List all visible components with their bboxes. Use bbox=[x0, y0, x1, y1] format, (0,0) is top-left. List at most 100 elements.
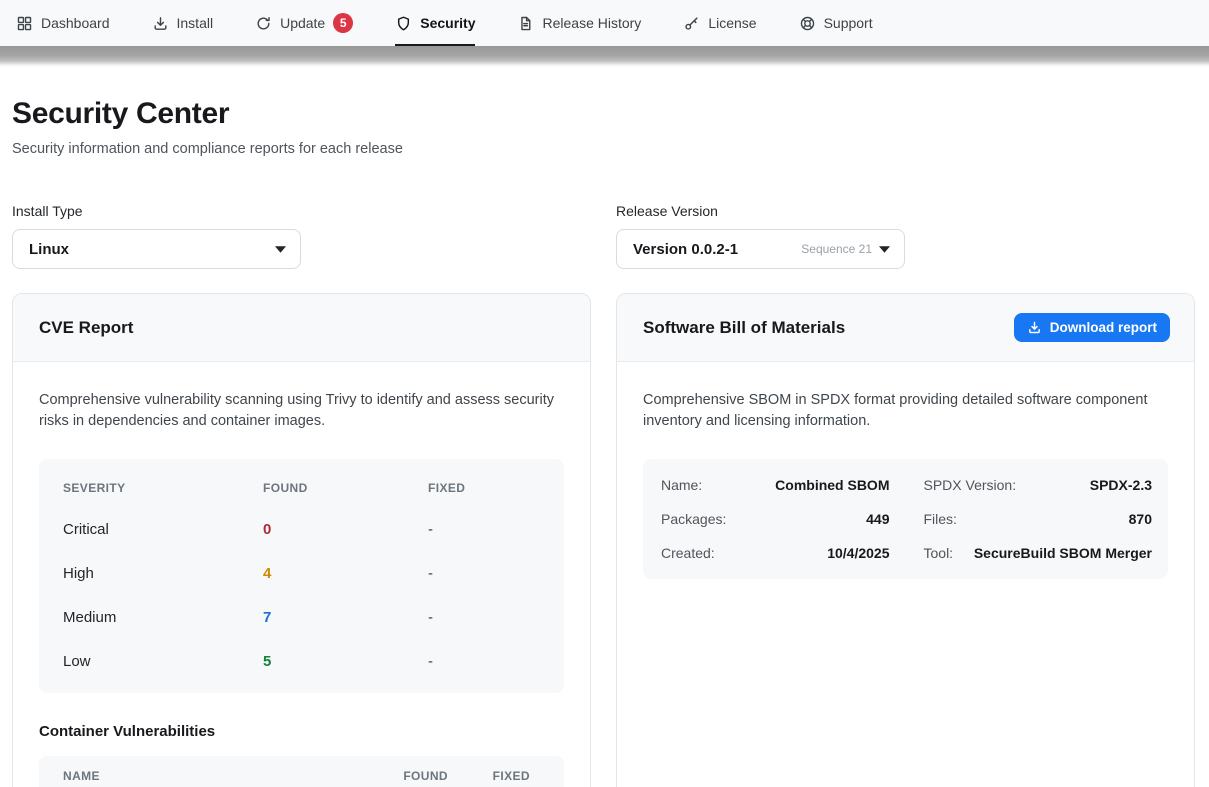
severity-name: Medium bbox=[63, 609, 263, 626]
table-row: Critical 0 - bbox=[39, 507, 564, 551]
release-version-field: Release Version Version 0.0.2-1 Sequence… bbox=[616, 203, 1195, 269]
nav-item-label: Update bbox=[280, 15, 325, 31]
severity-fixed-value: - bbox=[428, 609, 540, 626]
severity-table-header: Severity Found Fixed bbox=[39, 467, 564, 507]
license-key-icon bbox=[683, 15, 700, 32]
release-version-meta: Sequence 21 bbox=[801, 242, 890, 256]
sbom-detail-pair: Name: Combined SBOM bbox=[643, 468, 906, 502]
detail-value: SPDX-2.3 bbox=[1090, 477, 1152, 493]
fixed-column-header: Fixed bbox=[448, 769, 530, 783]
detail-label: Tool: bbox=[924, 545, 954, 561]
sbom-details-table: Name: Combined SBOM SPDX Version: SPDX-2… bbox=[643, 459, 1168, 579]
sbom-title: Software Bill of Materials bbox=[643, 318, 845, 338]
sbom-body: Comprehensive SBOM in SPDX format provid… bbox=[617, 362, 1194, 607]
nav-item-label: Support bbox=[824, 15, 873, 31]
install-icon bbox=[152, 15, 169, 32]
severity-found-count: 7 bbox=[263, 609, 428, 626]
security-shield-icon bbox=[395, 15, 412, 32]
main-content: Security Center Security information and… bbox=[0, 67, 1209, 787]
support-lifebuoy-icon bbox=[799, 15, 816, 32]
fixed-column-header: Fixed bbox=[428, 481, 540, 495]
page-title: Security Center bbox=[12, 97, 1195, 131]
table-row: Low 5 - bbox=[39, 639, 564, 683]
update-icon bbox=[255, 15, 272, 32]
sequence-label: Sequence 21 bbox=[801, 242, 872, 256]
release-version-label: Release Version bbox=[616, 203, 1195, 219]
top-nav: Dashboard Install Update 5 Security Rele… bbox=[0, 0, 1209, 46]
nav-item-label: Install bbox=[177, 15, 214, 31]
table-row: Name: Combined SBOM SPDX Version: SPDX-2… bbox=[643, 468, 1168, 502]
nav-shadow bbox=[0, 46, 1209, 67]
dashboard-icon bbox=[16, 15, 33, 32]
release-history-icon bbox=[517, 15, 534, 32]
install-type-label: Install Type bbox=[12, 203, 591, 219]
severity-found-count: 5 bbox=[263, 653, 428, 670]
download-icon bbox=[1027, 320, 1042, 335]
severity-fixed-value: - bbox=[428, 565, 540, 582]
download-report-label: Download report bbox=[1050, 320, 1157, 335]
nav-item-label: Security bbox=[420, 15, 475, 31]
chevron-down-icon bbox=[879, 246, 890, 253]
severity-fixed-value: - bbox=[428, 653, 540, 670]
found-column-header: Found bbox=[353, 769, 448, 783]
sbom-detail-pair: SPDX Version: SPDX-2.3 bbox=[906, 468, 1169, 502]
detail-label: Packages: bbox=[661, 511, 726, 527]
severity-table: Severity Found Fixed Critical 0 - High 4… bbox=[39, 459, 564, 693]
detail-value: Combined SBOM bbox=[775, 477, 889, 493]
nav-item-security[interactable]: Security bbox=[395, 0, 475, 46]
detail-value: 870 bbox=[1129, 511, 1152, 527]
nav-item-label: Release History bbox=[542, 15, 641, 31]
nav-item-license[interactable]: License bbox=[683, 0, 756, 46]
download-report-button[interactable]: Download report bbox=[1014, 313, 1170, 342]
chevron-down-icon bbox=[275, 246, 286, 253]
detail-value: SecureBuild SBOM Merger bbox=[974, 545, 1152, 561]
severity-fixed-value: - bbox=[428, 521, 540, 538]
table-row: Created: 10/4/2025 Tool: SecureBuild SBO… bbox=[643, 536, 1168, 570]
install-type-value: Linux bbox=[29, 241, 69, 258]
cards-row: CVE Report Comprehensive vulnerability s… bbox=[12, 293, 1195, 787]
severity-found-count: 0 bbox=[263, 521, 428, 538]
severity-found-count: 4 bbox=[263, 565, 428, 582]
table-row: Packages: 449 Files: 870 bbox=[643, 502, 1168, 536]
found-column-header: Found bbox=[263, 481, 428, 495]
nav-item-release-history[interactable]: Release History bbox=[517, 0, 641, 46]
nav-item-support[interactable]: Support bbox=[799, 0, 873, 46]
update-count-badge: 5 bbox=[333, 13, 353, 33]
sbom-detail-pair: Created: 10/4/2025 bbox=[643, 536, 906, 570]
cve-report-title: CVE Report bbox=[39, 318, 133, 338]
sbom-description: Comprehensive SBOM in SPDX format provid… bbox=[643, 390, 1168, 432]
sbom-header: Software Bill of Materials Download repo… bbox=[617, 294, 1194, 362]
sbom-detail-pair: Files: 870 bbox=[906, 502, 1169, 536]
filters-row: Install Type Linux Release Version Versi… bbox=[12, 203, 1195, 269]
sbom-detail-pair: Packages: 449 bbox=[643, 502, 906, 536]
severity-column-header: Severity bbox=[63, 481, 263, 495]
nav-item-label: Dashboard bbox=[41, 15, 110, 31]
detail-label: Created: bbox=[661, 545, 715, 561]
nav-item-install[interactable]: Install bbox=[152, 0, 214, 46]
sbom-card: Software Bill of Materials Download repo… bbox=[616, 293, 1195, 787]
cve-report-header: CVE Report bbox=[13, 294, 590, 362]
release-version-value: Version 0.0.2-1 bbox=[633, 241, 738, 258]
install-type-select[interactable]: Linux bbox=[12, 229, 301, 269]
detail-value: 449 bbox=[866, 511, 889, 527]
page-subtitle: Security information and compliance repo… bbox=[12, 141, 1195, 157]
detail-value: 10/4/2025 bbox=[827, 545, 889, 561]
severity-name: High bbox=[63, 565, 263, 582]
cve-report-description: Comprehensive vulnerability scanning usi… bbox=[39, 390, 564, 432]
table-row: Medium 7 - bbox=[39, 595, 564, 639]
detail-label: SPDX Version: bbox=[924, 477, 1017, 493]
severity-name: Low bbox=[63, 653, 263, 670]
nav-item-label: License bbox=[708, 15, 756, 31]
sbom-detail-pair: Tool: SecureBuild SBOM Merger bbox=[906, 536, 1169, 570]
severity-name: Critical bbox=[63, 521, 263, 538]
name-column-header: Name bbox=[63, 769, 353, 783]
nav-item-update[interactable]: Update 5 bbox=[255, 0, 353, 46]
detail-label: Name: bbox=[661, 477, 702, 493]
nav-item-dashboard[interactable]: Dashboard bbox=[16, 0, 110, 46]
detail-label: Files: bbox=[924, 511, 957, 527]
cve-report-card: CVE Report Comprehensive vulnerability s… bbox=[12, 293, 591, 787]
table-row: High 4 - bbox=[39, 551, 564, 595]
release-version-select[interactable]: Version 0.0.2-1 Sequence 21 bbox=[616, 229, 905, 269]
cve-report-body: Comprehensive vulnerability scanning usi… bbox=[13, 362, 590, 787]
container-vulnerabilities-title: Container Vulnerabilities bbox=[39, 723, 564, 740]
